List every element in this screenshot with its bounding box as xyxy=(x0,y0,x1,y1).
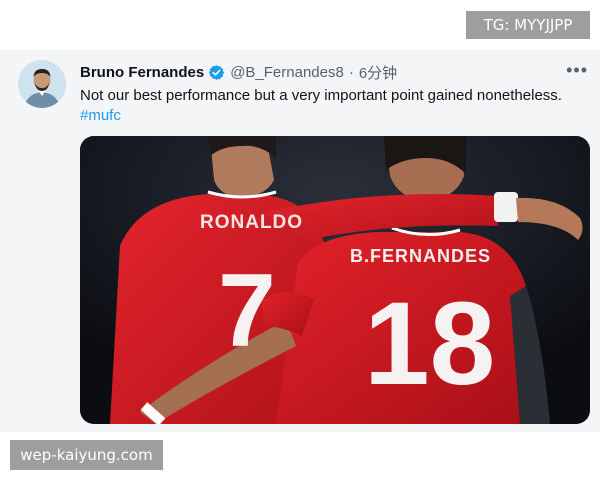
avatar[interactable] xyxy=(18,60,66,108)
watermark-bottom: wep-kaiyung.com xyxy=(10,440,163,470)
author-handle[interactable]: @B_Fernandes8 xyxy=(230,64,344,81)
left-player-number: 7 xyxy=(218,253,276,369)
left-player-name: RONALDO xyxy=(200,212,303,233)
meta-separator: · xyxy=(348,64,354,81)
more-dots-icon[interactable]: ••• xyxy=(566,61,588,79)
watermark-top: TG: MYYJJPP xyxy=(466,11,590,39)
players-photo: RONALDO 7 B.FERNANDES 18 xyxy=(80,136,590,424)
hashtag-link[interactable]: #mufc xyxy=(80,106,585,126)
tweet-text: Not our best performance but a very impo… xyxy=(80,87,562,104)
right-player-number: 18 xyxy=(364,278,495,410)
verified-badge-icon xyxy=(209,65,225,80)
tweet-body: Not our best performance but a very impo… xyxy=(80,86,585,126)
tweet-card[interactable]: Bruno Fernandes @B_Fernandes8 · 6分钟 ••• … xyxy=(0,50,600,432)
right-player-name: B.FERNANDES xyxy=(350,246,491,266)
tweet-header: Bruno Fernandes @B_Fernandes8 · 6分钟 xyxy=(80,62,397,83)
avatar-image xyxy=(18,60,66,108)
author-name[interactable]: Bruno Fernandes xyxy=(80,64,204,81)
tweet-photo[interactable]: RONALDO 7 B.FERNANDES 18 xyxy=(80,136,590,424)
tweet-timestamp[interactable]: 6分钟 xyxy=(359,62,397,83)
